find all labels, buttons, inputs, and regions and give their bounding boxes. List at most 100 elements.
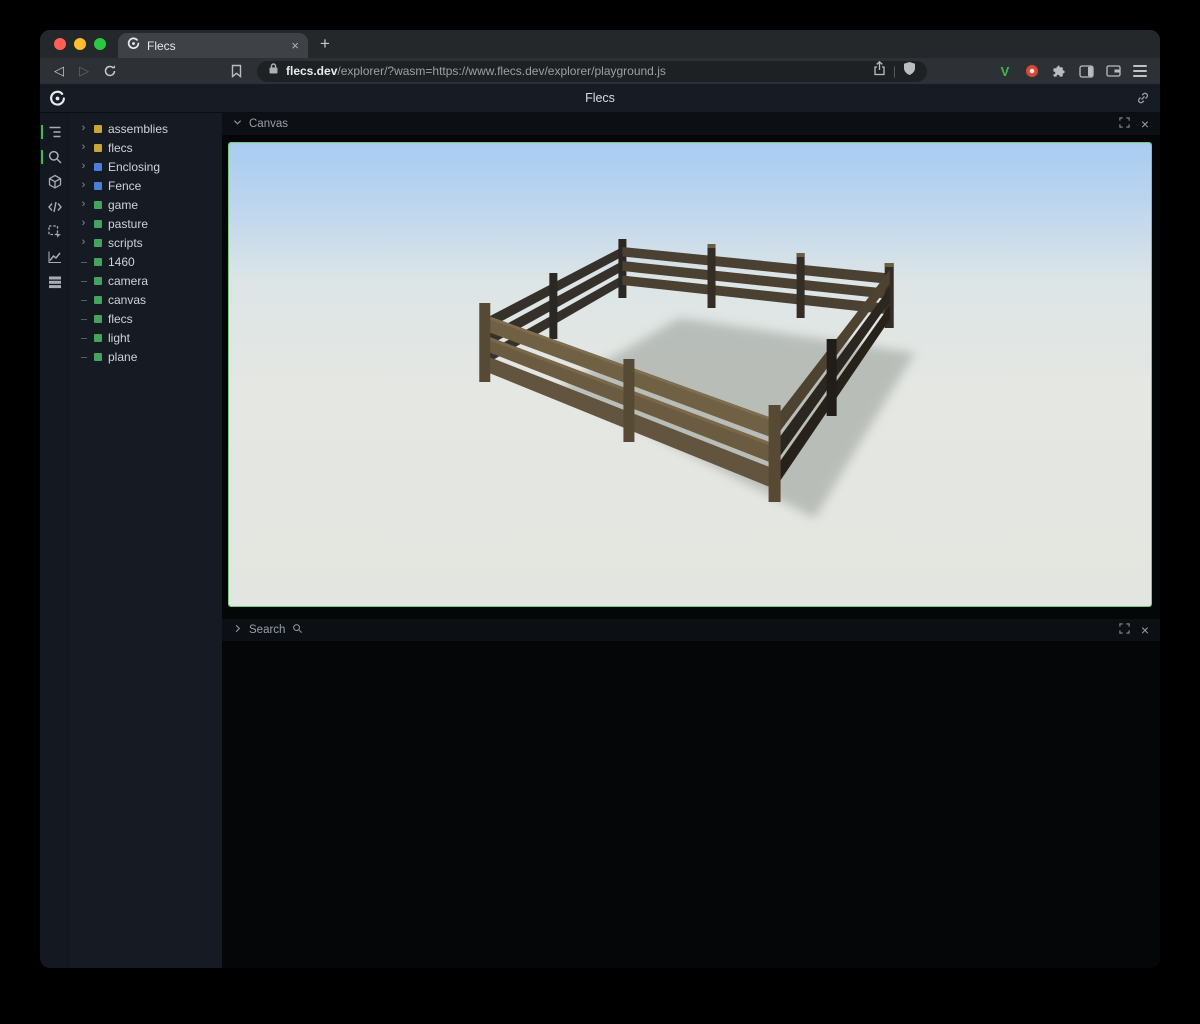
tree-icon[interactable] [40,122,70,142]
share-icon[interactable] [873,61,886,81]
tree-item-flecs[interactable]: flecs [70,309,222,328]
tree-item-label: camera [108,274,148,288]
expand-icon[interactable] [1119,117,1130,131]
expand-icon[interactable] [1119,623,1130,637]
address-bar-divider: | [893,64,896,78]
entity-tree: › assemblies › flecs › Enclosing › Fence › game › p… [70,113,222,968]
chevron-right-icon[interactable] [233,624,242,636]
tree-item-label: assemblies [108,122,168,136]
canvas-panel-body [222,135,1160,611]
main-area: Canvas × [222,113,1160,968]
tree-item-label: flecs [108,141,133,155]
expander-icon[interactable]: › [79,161,88,172]
tree-item-1460[interactable]: 1460 [70,252,222,271]
url-text[interactable]: flecs.dev/explorer/?wasm=https://www.fle… [286,64,866,78]
entity-color-square [94,334,102,342]
tab-favicon-flecs-icon [127,37,140,55]
extension-v-icon[interactable]: V [993,60,1017,82]
back-icon[interactable]: ◁ [48,63,70,79]
tree-item-label: pasture [108,217,148,231]
page-title: Flecs [40,91,1160,105]
bookmark-icon[interactable] [224,60,248,82]
url-domain: flecs.dev [286,64,337,78]
close-icon[interactable]: × [1141,623,1149,637]
browser-window: Flecs × + ◁ ▷ flecs.dev/explorer/?wasm=h… [40,30,1160,968]
tree-item-canvas[interactable]: canvas [70,290,222,309]
close-window-button[interactable] [54,38,66,50]
entity-color-square [94,125,102,133]
sidebar-toggle-icon[interactable] [1074,60,1098,82]
tree-item-scripts[interactable]: › scripts [70,233,222,252]
tree-item-label: scripts [108,236,143,250]
tree-item-plane[interactable]: plane [70,347,222,366]
tree-item-flecs[interactable]: › flecs [70,138,222,157]
link-icon[interactable] [1136,91,1150,110]
maximize-window-button[interactable] [94,38,106,50]
tree-item-game[interactable]: › game [70,195,222,214]
new-tab-button[interactable]: + [320,34,330,54]
tree-item-assemblies[interactable]: › assemblies [70,119,222,138]
tree-item-light[interactable]: light [70,328,222,347]
expander-icon[interactable]: › [79,123,88,134]
sidebar-icon-strip [40,113,70,968]
expander-icon[interactable]: › [79,180,88,191]
entity-color-square [94,277,102,285]
rows-icon[interactable] [40,272,70,292]
entity-color-square [94,296,102,304]
browser-toolbar: ◁ ▷ flecs.dev/explorer/?wasm=https://www… [40,58,1160,84]
search-panel-body [222,641,1160,968]
tree-item-label: canvas [108,293,146,307]
browser-tab[interactable]: Flecs × [118,33,308,58]
entity-color-square [94,220,102,228]
app-body: › assemblies › flecs › Enclosing › Fence › game › p… [40,113,1160,968]
entity-color-square [94,353,102,361]
canvas-panel-header[interactable]: Canvas × [222,113,1160,135]
minimize-window-button[interactable] [74,38,86,50]
search-icon[interactable] [40,147,70,167]
canvas-3d-scene[interactable] [228,142,1152,607]
tree-item-label: 1460 [108,255,135,269]
lock-icon [268,62,279,80]
app-header: Flecs [40,84,1160,113]
close-icon[interactable]: × [1141,117,1149,131]
tab-title: Flecs [147,39,284,53]
tree-item-Fence[interactable]: › Fence [70,176,222,195]
tree-item-label: Fence [108,179,141,193]
tab-strip: Flecs × + [40,30,1160,58]
entity-color-square [94,201,102,209]
tab-close-icon[interactable]: × [291,39,299,52]
search-panel-header[interactable]: Search × [222,619,1160,641]
chart-icon[interactable] [40,247,70,267]
forward-icon[interactable]: ▷ [73,63,95,79]
entity-color-square [94,315,102,323]
entity-color-square [94,182,102,190]
cube-icon[interactable] [40,172,70,192]
entity-color-square [94,163,102,171]
search-panel-title: Search [249,624,285,636]
url-path: /explorer/?wasm=https://www.flecs.dev/ex… [337,64,665,78]
tree-item-label: plane [108,350,137,364]
menu-icon[interactable] [1128,60,1152,82]
entity-color-square [94,239,102,247]
canvas-panel-title: Canvas [249,118,288,130]
expander-icon[interactable]: › [79,237,88,248]
tree-item-label: flecs [108,312,133,326]
code-icon[interactable] [40,197,70,217]
window-controls [40,38,118,58]
address-bar[interactable]: flecs.dev/explorer/?wasm=https://www.fle… [257,61,927,82]
tree-item-label: game [108,198,138,212]
expander-icon[interactable]: › [79,218,88,229]
tree-item-label: Enclosing [108,160,160,174]
shield-icon[interactable] [903,61,916,81]
puzzle-icon[interactable] [1047,60,1071,82]
expander-icon[interactable]: › [79,142,88,153]
tree-item-Enclosing[interactable]: › Enclosing [70,157,222,176]
tree-item-camera[interactable]: camera [70,271,222,290]
select-icon[interactable] [40,222,70,242]
wallet-icon[interactable] [1101,60,1125,82]
chevron-down-icon[interactable] [233,118,242,130]
reload-icon[interactable] [98,60,122,82]
tree-item-pasture[interactable]: › pasture [70,214,222,233]
extension-red-icon[interactable] [1020,60,1044,82]
expander-icon[interactable]: › [79,199,88,210]
